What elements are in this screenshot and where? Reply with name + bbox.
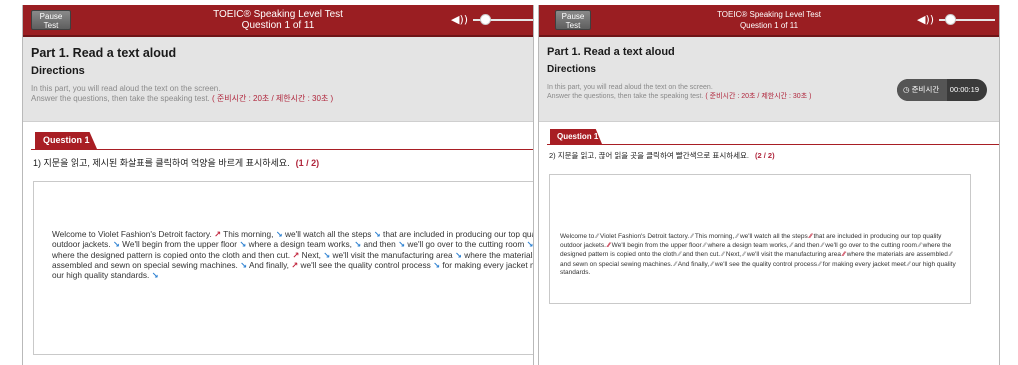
top-bar: Pause Test TOEIC® Speaking Level Test Qu… xyxy=(539,5,999,37)
passage-segment: we'll visit the manufacturing area xyxy=(745,251,843,259)
passage-segment: we'll go over to the cutting room xyxy=(823,242,919,250)
question-instruction: 2) 지문을 읽고, 끊어 읽을 곳을 클릭하여 빨간색으로 표시하세요. (2 … xyxy=(549,150,775,161)
prep-timer-label-area: ◷ 준비시간 xyxy=(897,79,947,101)
passage-segment: we'll see the quality control process xyxy=(298,259,434,270)
passage-segment: and then xyxy=(792,242,822,250)
intonation-marker[interactable]: ↘ xyxy=(374,229,381,239)
passage-segment: Welcome to Violet Fashion's Detroit fact… xyxy=(52,229,215,239)
question-tab: Question 1 xyxy=(35,132,97,149)
directions-text: In this part, you will read aloud the te… xyxy=(31,84,333,104)
passage-text: Welcome to Violet Fashion's Detroit fact… xyxy=(52,229,533,280)
passage-segment: where a design team works, xyxy=(246,239,355,250)
part-header: Part 1. Read a text aloud Directions In … xyxy=(23,37,533,122)
passage-segment: Welcome to xyxy=(560,233,597,240)
directions-heading: Directions xyxy=(547,64,596,75)
prep-timer: ◷ 준비시간 00:00:19 xyxy=(897,79,987,101)
question-instruction: 1) 지문을 읽고, 제시된 화살표를 클릭하여 억양을 바르게 표시하세요. (… xyxy=(33,156,319,169)
passage-segment: Violet Fashion's Detroit factory. xyxy=(598,233,691,240)
speaker-icon: ◀)) xyxy=(917,13,935,26)
intonation-marker[interactable]: ↘ xyxy=(433,260,440,270)
prep-timer-label: 준비시간 xyxy=(911,85,940,94)
intonation-marker[interactable]: ↘ xyxy=(113,239,120,249)
intonation-marker[interactable]: ↗ xyxy=(214,229,221,239)
passage-segment: This morning, xyxy=(221,229,276,239)
volume-slider-knob[interactable] xyxy=(945,14,957,25)
page-indicator: (2 / 2) xyxy=(755,151,775,160)
passage-segment: we'll watch all the steps xyxy=(282,229,374,239)
passage-segment: This morning, xyxy=(693,233,736,240)
directions-line-2: Answer the questions, then take the spea… xyxy=(547,92,811,101)
intonation-marker[interactable]: ↘ xyxy=(152,270,159,280)
passage-segment: We'll begin from the upper floor xyxy=(119,239,240,250)
left-test-screen: Pause Test TOEIC® Speaking Level Test Qu… xyxy=(22,5,534,365)
question-tab-underline xyxy=(31,149,533,150)
intonation-marker[interactable]: ↘ xyxy=(527,239,533,249)
part-header: Part 1. Read a text aloud Directions In … xyxy=(539,37,999,122)
directions-line-2-text: Answer the questions, then take the spea… xyxy=(31,94,210,103)
intonation-marker[interactable]: ↘ xyxy=(455,250,462,260)
passage-segment: and sewn on special sewing machines. xyxy=(560,260,675,268)
top-bar: Pause Test TOEIC® Speaking Level Test Qu… xyxy=(23,5,533,37)
passage-segment: we'll watch all the steps xyxy=(738,233,810,240)
passage-segment: where the materials are assembled xyxy=(844,251,950,259)
part-title: Part 1. Read a text aloud xyxy=(31,46,177,60)
volume-slider-knob[interactable] xyxy=(480,14,492,25)
instruction-text: 2) 지문을 읽고, 끊어 읽을 곳을 클릭하여 빨간색으로 표시하세요. xyxy=(549,151,750,160)
page-indicator: (1 / 2) xyxy=(295,158,320,168)
passage-segment: where the designed pattern is copied ont… xyxy=(52,249,293,260)
part-title: Part 1. Read a text aloud xyxy=(547,46,675,58)
passage-segment: we'll see the quality control process xyxy=(713,260,819,268)
directions-line-2: Answer the questions, then take the spea… xyxy=(31,94,333,104)
passage-text: Welcome to ⁄⁄ Violet Fashion's Detroit f… xyxy=(560,232,964,277)
passage-segment: we'll go over to the cutting room xyxy=(405,239,527,250)
question-tab: Question 1 xyxy=(550,129,602,144)
question-tab-underline xyxy=(547,144,999,145)
passage-segment: And finally, xyxy=(247,259,292,270)
volume-slider[interactable] xyxy=(473,14,533,25)
passage-segment: We'll begin from the upper floor xyxy=(609,242,704,250)
volume-slider[interactable] xyxy=(939,14,995,25)
instruction-text: 1) 지문을 읽고, 제시된 화살표를 클릭하여 억양을 바르게 표시하세요. xyxy=(33,158,290,168)
intonation-marker[interactable]: ↘ xyxy=(276,229,283,239)
clock-icon: ◷ xyxy=(903,85,910,94)
time-limits: ( 준비시간 : 20초 / 제한시간 : 30초 ) xyxy=(705,93,812,100)
directions-line-1: In this part, you will read aloud the te… xyxy=(547,84,713,91)
passage-segment: And finally, xyxy=(676,260,711,268)
passage-box: Welcome to Violet Fashion's Detroit fact… xyxy=(33,181,533,355)
volume-control: ◀)) xyxy=(451,13,533,27)
passage-segment: and then cut. xyxy=(680,251,722,259)
directions-text: In this part, you will read aloud the te… xyxy=(547,83,811,101)
passage-box: Welcome to ⁄⁄ Violet Fashion's Detroit f… xyxy=(549,174,971,304)
passage-segment: Next, xyxy=(299,249,324,260)
directions-heading: Directions xyxy=(31,65,85,77)
intonation-marker[interactable]: ↘ xyxy=(398,239,405,249)
passage-segment: and then xyxy=(361,239,399,250)
passage-segment: we'll visit the manufacturing area xyxy=(330,249,455,260)
volume-control: ◀)) xyxy=(917,13,999,27)
right-test-screen: Pause Test TOEIC® Speaking Level Test Qu… xyxy=(538,5,1000,365)
passage-segment: where a design team works, xyxy=(705,242,791,250)
directions-line-1: In this part, you will read aloud the te… xyxy=(31,84,221,93)
pause-marker[interactable]: ⁄⁄ xyxy=(950,250,952,258)
passage-segment: for making every jacket meet xyxy=(820,260,908,268)
directions-line-2-text: Answer the questions, then take the spea… xyxy=(547,93,704,100)
passage-segment: Next, xyxy=(724,251,743,259)
speaker-icon: ◀)) xyxy=(451,13,469,26)
prep-timer-value: 00:00:19 xyxy=(949,85,979,94)
time-limits: ( 준비시간 : 20초 / 제한시간 : 30초 ) xyxy=(212,94,334,103)
